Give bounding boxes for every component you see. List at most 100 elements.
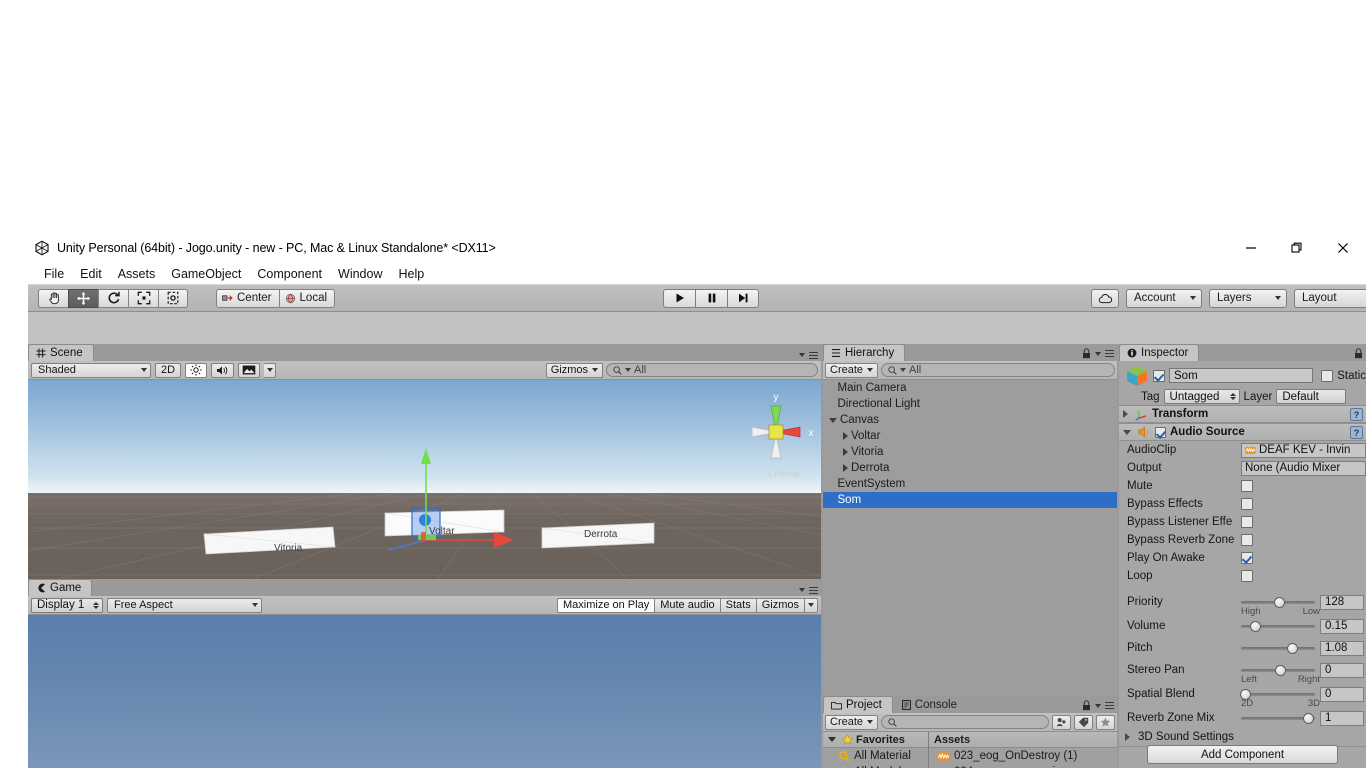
rect-tool-button[interactable] — [158, 288, 188, 308]
restore-icon[interactable] — [1274, 232, 1320, 264]
expand-arrow-icon[interactable] — [843, 432, 848, 440]
pitch-slider-track[interactable] — [1241, 642, 1315, 654]
tab-hierarchy[interactable]: Hierarchy — [823, 344, 906, 361]
layer-dropdown[interactable]: Default — [1276, 389, 1347, 404]
scale-tool-button[interactable] — [128, 288, 158, 308]
reverb-zone-mix-slider[interactable]: 1 — [1241, 710, 1366, 726]
hierarchy-item-eventsystem[interactable]: EventSystem — [823, 476, 1117, 492]
hierarchy-item-main-camera[interactable]: Main Camera — [823, 380, 1117, 396]
toggle-audio-button[interactable] — [211, 362, 234, 378]
move-tool-button[interactable] — [68, 288, 98, 308]
loop-checkbox[interactable] — [1241, 570, 1253, 582]
spatial-blend-slider-knob[interactable] — [1240, 688, 1252, 700]
pitch-slider-knob[interactable] — [1286, 642, 1298, 654]
spatial-blend-slider-track[interactable] — [1240, 688, 1315, 700]
game-gizmos-button[interactable]: Gizmos — [755, 597, 804, 613]
panel-menu-icon[interactable] — [1105, 349, 1114, 358]
project-tab-menu[interactable] — [1082, 700, 1114, 711]
expand-arrow-icon[interactable] — [1125, 732, 1130, 741]
panel-menu-icon[interactable] — [809, 586, 818, 594]
project-search-input[interactable] — [881, 715, 1049, 729]
hierarchy-tab-menu[interactable] — [1082, 348, 1114, 359]
space-mode-button[interactable]: Local — [278, 288, 336, 308]
toggle-2d-button[interactable]: 2D — [155, 362, 181, 378]
maximize-on-play-button[interactable]: Maximize on Play — [557, 597, 655, 613]
audio-source-component-header[interactable]: Audio Source ? — [1119, 423, 1366, 441]
menu-gameobject[interactable]: GameObject — [163, 265, 249, 284]
asset-item-024[interactable]: 024_eog_onnexusrise — [929, 764, 1117, 768]
expand-arrow-icon[interactable] — [1123, 410, 1128, 418]
scene-view[interactable]: Vitoria Voltar Derrota y x ‹ Persp — [28, 380, 821, 579]
filter-by-type-button[interactable] — [1052, 714, 1071, 730]
gameobject-enabled-checkbox[interactable] — [1153, 369, 1165, 382]
hierarchy-create-button[interactable]: Create — [825, 362, 879, 378]
gameobject-name-input[interactable]: Som — [1169, 368, 1314, 383]
game-gizmos-dropdown[interactable] — [804, 597, 818, 613]
stereo-pan-slider-track[interactable] — [1241, 664, 1315, 676]
add-component-button[interactable]: Add Component — [1147, 745, 1338, 764]
menu-component[interactable]: Component — [249, 265, 330, 284]
panel-menu-icon[interactable] — [809, 351, 818, 359]
filter-by-label-button[interactable] — [1074, 714, 1093, 730]
inspector-tab-menu[interactable] — [1354, 348, 1363, 359]
hierarchy-item-derrota[interactable]: Derrota — [823, 460, 1117, 476]
bypass-listener-checkbox[interactable] — [1241, 516, 1253, 528]
rotate-tool-button[interactable] — [98, 288, 128, 308]
play-on-awake-checkbox[interactable] — [1241, 552, 1253, 564]
hierarchy-item-canvas[interactable]: Canvas — [823, 412, 1117, 428]
aspect-dropdown[interactable]: Free Aspect — [107, 597, 262, 613]
account-button[interactable]: Account — [1126, 288, 1202, 308]
play-button[interactable] — [663, 288, 695, 308]
reverb-zone-mix-slider-track[interactable] — [1241, 712, 1315, 724]
spatial-blend-slider[interactable]: 0 — [1240, 686, 1366, 702]
layout-button[interactable]: Layout — [1294, 288, 1366, 308]
close-icon[interactable] — [1320, 232, 1366, 264]
menu-help[interactable]: Help — [390, 265, 432, 284]
shading-mode-dropdown[interactable]: Shaded — [31, 362, 151, 378]
stereo-pan-value-input[interactable]: 0 — [1320, 662, 1364, 678]
game-tab-menu[interactable] — [799, 586, 818, 594]
transform-component-header[interactable]: Transform ? — [1119, 405, 1366, 423]
layers-button[interactable]: Layers — [1209, 288, 1287, 308]
audioclip-object-field[interactable]: DEAF KEV - Invin — [1241, 442, 1366, 458]
lock-icon[interactable] — [1082, 700, 1091, 711]
volume-slider[interactable]: 0.15 — [1241, 618, 1366, 634]
menu-assets[interactable]: Assets — [110, 265, 164, 284]
priority-slider-knob[interactable] — [1273, 596, 1285, 608]
hierarchy-tree[interactable]: Main Camera Directional Light Canvas Vol… — [823, 380, 1117, 696]
collapse-arrow-icon[interactable] — [828, 737, 836, 742]
tab-project[interactable]: Project — [823, 696, 893, 713]
favorites-filter-button[interactable] — [1096, 714, 1115, 730]
favorite-item-all-models[interactable]: All Models — [823, 764, 928, 768]
scene-gizmos-button[interactable]: Gizmos — [545, 362, 603, 378]
mute-audio-button[interactable]: Mute audio — [654, 597, 720, 613]
stats-button[interactable]: Stats — [719, 597, 756, 613]
bypass-effects-checkbox[interactable] — [1241, 498, 1253, 510]
tab-console[interactable]: Console — [893, 696, 968, 713]
priority-value-input[interactable]: 128 — [1320, 594, 1364, 610]
lock-icon[interactable] — [1082, 348, 1091, 359]
priority-slider-track[interactable] — [1241, 596, 1315, 608]
hierarchy-item-vitoria[interactable]: Vitoria — [823, 444, 1117, 460]
hierarchy-item-directional-light[interactable]: Directional Light — [823, 396, 1117, 412]
tag-dropdown[interactable]: Untagged — [1163, 389, 1240, 404]
hand-tool-button[interactable] — [38, 288, 68, 308]
static-checkbox[interactable] — [1321, 369, 1334, 382]
asset-item-023[interactable]: 023_eog_OnDestroy (1) — [929, 748, 1117, 764]
output-object-field[interactable]: None (Audio Mixer — [1241, 460, 1366, 476]
game-view[interactable] — [28, 615, 821, 768]
stereo-pan-slider-knob[interactable] — [1275, 664, 1287, 676]
tab-game[interactable]: Game — [28, 579, 93, 596]
panel-menu-icon[interactable] — [1105, 701, 1114, 710]
reverb-zone-mix-value-input[interactable]: 1 — [1320, 710, 1364, 726]
lock-icon[interactable] — [1354, 348, 1363, 359]
step-button[interactable] — [727, 288, 759, 308]
favorite-item-all-materials[interactable]: All Material — [823, 748, 928, 764]
bypass-reverb-checkbox[interactable] — [1241, 534, 1253, 546]
help-icon[interactable]: ? — [1350, 407, 1363, 421]
project-create-button[interactable]: Create — [825, 714, 879, 730]
hierarchy-search-input[interactable]: All — [881, 363, 1115, 377]
reverb-zone-mix-slider-knob[interactable] — [1303, 712, 1315, 724]
help-icon[interactable]: ? — [1350, 425, 1363, 439]
collapse-arrow-icon[interactable] — [1123, 429, 1131, 435]
